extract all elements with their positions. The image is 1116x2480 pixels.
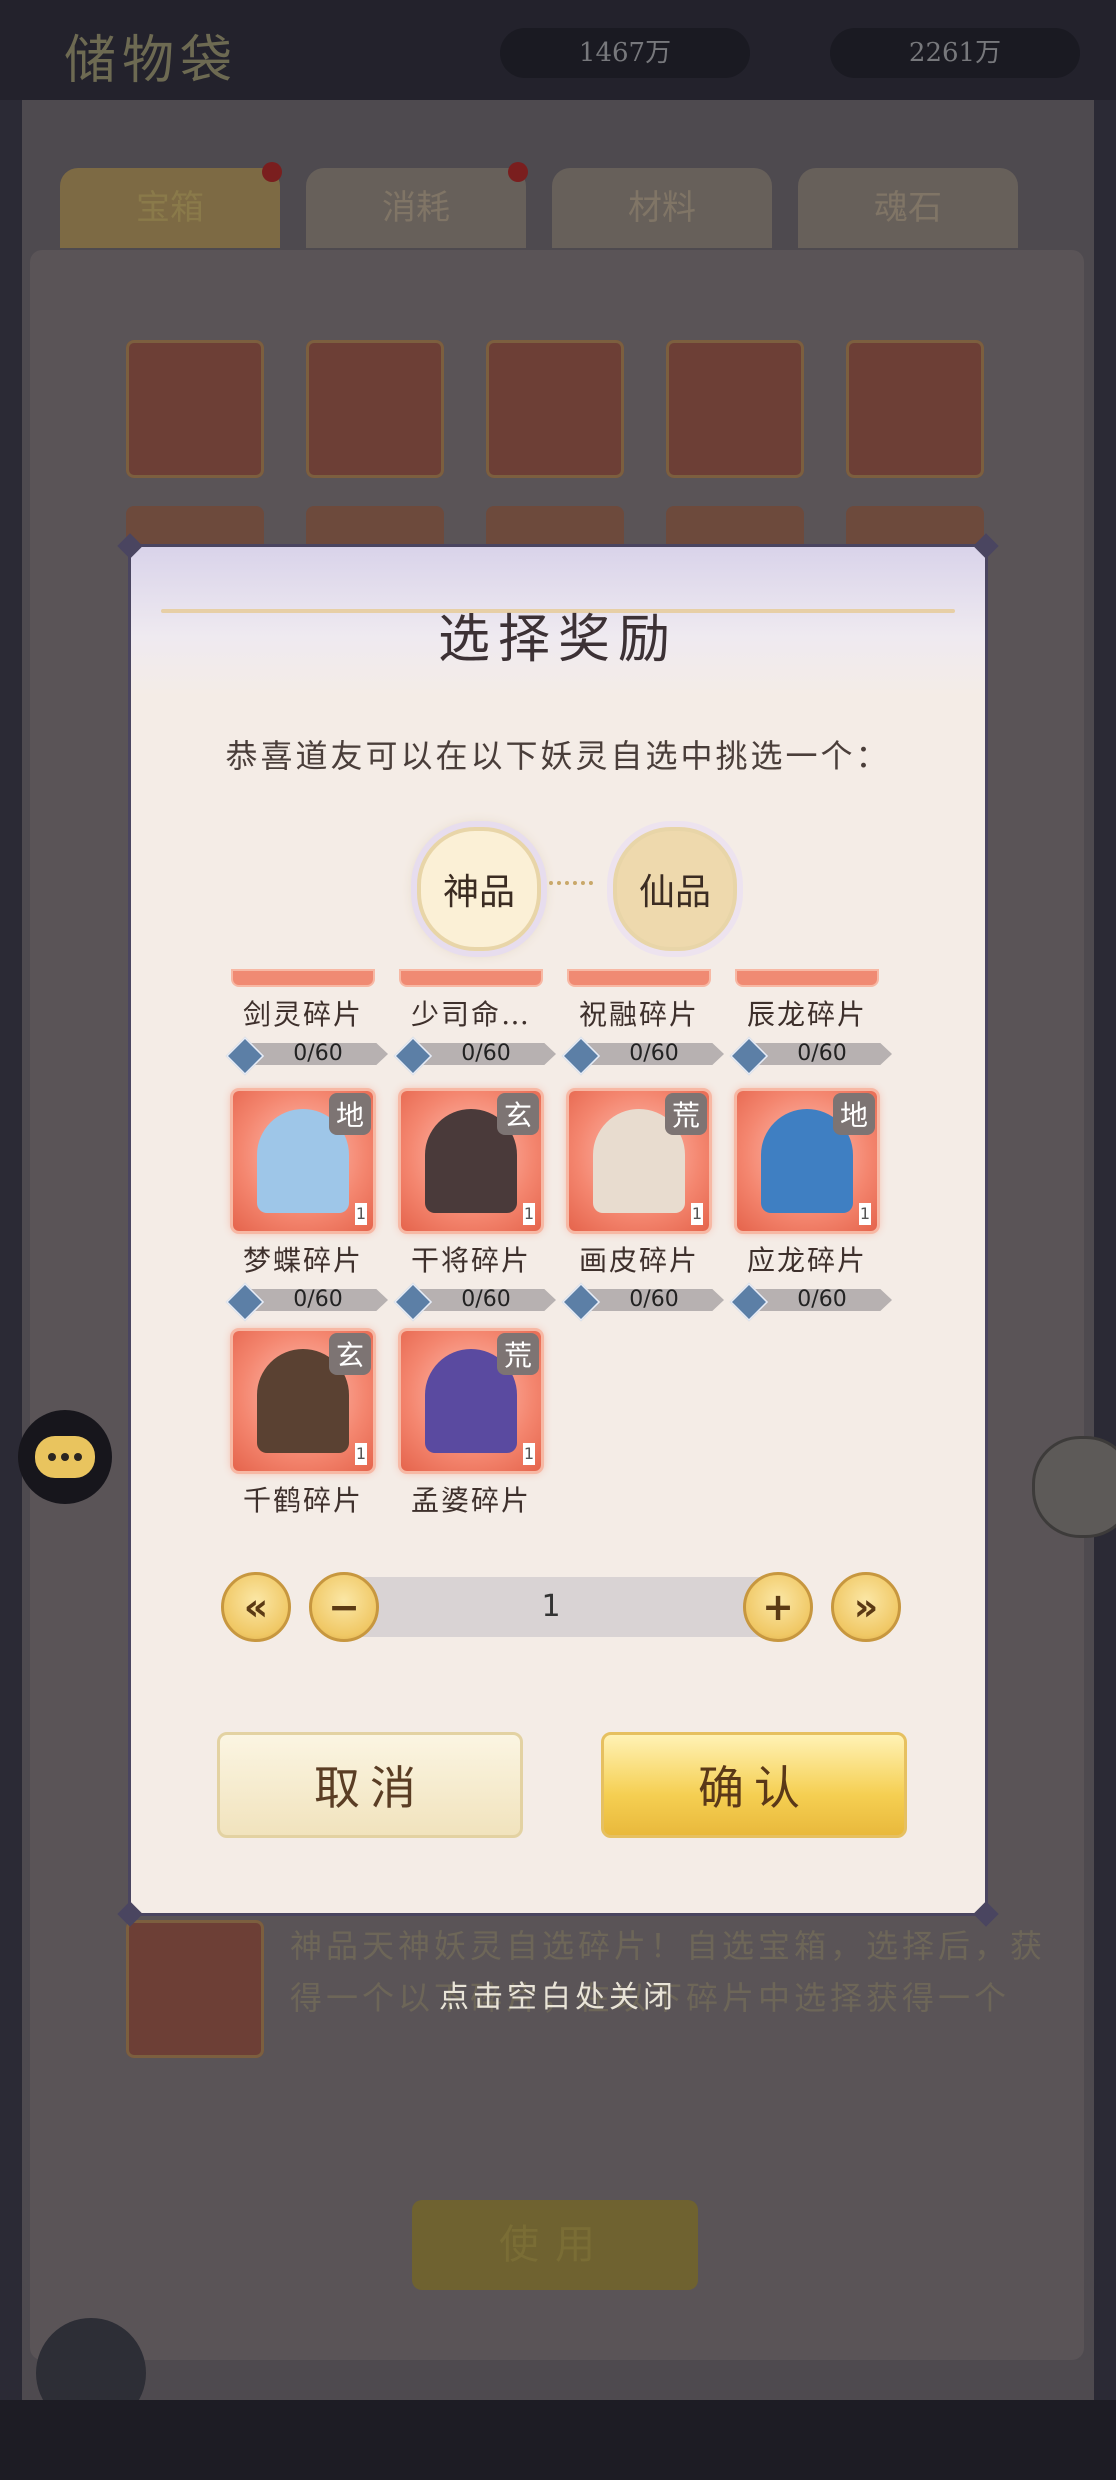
bottom-bar [0, 2400, 1116, 2480]
count-label: 1 [523, 1203, 535, 1225]
fragment-name: 辰龙碎片 [746, 998, 867, 1031]
fragment-item[interactable]: 玄 1 干将碎片 0/60 [393, 1091, 556, 1322]
fragment-name: 画皮碎片 [578, 1244, 699, 1277]
red-dot [262, 162, 282, 182]
count-label: 1 [691, 1203, 703, 1225]
fragment-item[interactable]: 玄 1 千鹤碎片 [233, 1331, 373, 1519]
resource-jade: 1467万 [500, 28, 750, 78]
fragment-progress: 0/60 [729, 1282, 892, 1322]
rank-badge: 玄 [329, 1333, 371, 1375]
tier-connector [549, 881, 593, 889]
tier-tab-immortal[interactable]: 仙品 [613, 827, 737, 951]
fragment-name: 少司命… [410, 998, 531, 1031]
count-label: 1 [523, 1443, 535, 1465]
fragment-name: 干将碎片 [410, 1244, 531, 1277]
fragment-item[interactable]: 辰龙碎片 0/60 [729, 971, 892, 1076]
bag-item[interactable] [666, 506, 804, 546]
fragment-name: 祝融碎片 [578, 998, 699, 1031]
fragment-frame [233, 971, 373, 985]
bag-item[interactable] [846, 340, 984, 478]
use-button[interactable]: 使用 [412, 2200, 698, 2290]
fragment-name: 梦蝶碎片 [242, 1244, 363, 1277]
dialog-title: 选择奖励 [437, 610, 678, 670]
fragment-frame: 地 1 [737, 1091, 877, 1231]
resource-lightning: 2261万 [830, 28, 1080, 78]
tab-soulstone[interactable]: 魂石 [798, 168, 1018, 248]
bag-item[interactable] [486, 340, 624, 478]
fragment-progress: 0/60 [393, 1282, 556, 1322]
chat-icon [35, 1436, 95, 1478]
tab-consume[interactable]: 消耗 [306, 168, 526, 248]
bag-item[interactable] [126, 340, 264, 478]
cancel-button[interactable]: 取消 [217, 1732, 523, 1838]
fragment-item[interactable]: 祝融碎片 0/60 [561, 971, 724, 1076]
red-dot [508, 162, 528, 182]
fragment-progress: 0/60 [225, 1282, 388, 1322]
fragment-progress: 0/60 [729, 1036, 892, 1076]
minus-button[interactable]: − [309, 1572, 379, 1642]
bag-item[interactable] [306, 340, 444, 478]
confirm-button[interactable]: 确认 [601, 1732, 907, 1838]
bag-item[interactable] [126, 506, 264, 546]
fragment-frame [737, 971, 877, 985]
rank-badge: 荒 [665, 1093, 707, 1135]
fragment-frame [401, 971, 541, 985]
fragment-frame [569, 971, 709, 985]
quantity-stepper: 1 « − + » [221, 1567, 901, 1647]
count-label: 1 [355, 1443, 367, 1465]
dialog-subtitle: 恭喜道友可以在以下妖灵自选中挑选一个： [225, 737, 891, 775]
fragment-progress: 0/60 [561, 1282, 724, 1322]
fragment-item[interactable]: 荒 1 画皮碎片 0/60 [561, 1091, 724, 1322]
fragment-item[interactable]: 少司命… 0/60 [393, 971, 556, 1076]
bag-item[interactable] [306, 506, 444, 546]
fragment-frame: 玄 1 [233, 1331, 373, 1471]
rank-badge: 玄 [497, 1093, 539, 1135]
last-page-button[interactable]: » [831, 1572, 901, 1642]
fragment-frame: 荒 1 [569, 1091, 709, 1231]
quantity-value[interactable]: 1 [331, 1577, 771, 1637]
tab-material[interactable]: 材料 [552, 168, 772, 248]
first-page-button[interactable]: « [221, 1572, 291, 1642]
fragment-name: 孟婆碎片 [410, 1484, 531, 1517]
fragment-name: 应龙碎片 [746, 1244, 867, 1277]
fragment-frame: 玄 1 [401, 1091, 541, 1231]
chat-button[interactable] [18, 1410, 112, 1504]
avatar[interactable] [1032, 1436, 1116, 1538]
plus-button[interactable]: + [743, 1572, 813, 1642]
fragment-item[interactable]: 荒 1 孟婆碎片 [401, 1331, 541, 1519]
bag-item[interactable] [486, 506, 624, 546]
top-bar: 储物袋 1467万 2261万 [0, 0, 1116, 100]
count-label: 1 [355, 1203, 367, 1225]
fragment-progress: 0/60 [225, 1036, 388, 1076]
fragment-frame: 地 1 [233, 1091, 373, 1231]
count-label: 1 [859, 1203, 871, 1225]
fragment-name: 千鹤碎片 [242, 1484, 363, 1517]
rank-badge: 地 [833, 1093, 875, 1135]
fragment-frame: 荒 1 [401, 1331, 541, 1471]
fragment-item[interactable]: 地 1 应龙碎片 0/60 [729, 1091, 892, 1322]
bag-title: 储物袋 [64, 31, 239, 91]
reward-dialog: 选择奖励 恭喜道友可以在以下妖灵自选中挑选一个： 神品 仙品 剑灵碎片 0/60… [117, 533, 999, 1927]
bag-item[interactable] [666, 340, 804, 478]
fragment-item[interactable]: 剑灵碎片 0/60 [225, 971, 388, 1076]
tab-chest[interactable]: 宝箱 [60, 168, 280, 248]
rank-badge: 荒 [497, 1333, 539, 1375]
fragment-progress: 0/60 [393, 1036, 556, 1076]
close-hint: 点击空白处关闭 [439, 1980, 677, 2015]
tier-tab-divine[interactable]: 神品 [417, 827, 541, 951]
bag-item[interactable] [846, 506, 984, 546]
fragment-name: 剑灵碎片 [242, 998, 363, 1031]
rank-badge: 地 [329, 1093, 371, 1135]
fragment-progress: 0/60 [561, 1036, 724, 1076]
fragment-item[interactable]: 地 1 梦蝶碎片 0/60 [225, 1091, 388, 1322]
